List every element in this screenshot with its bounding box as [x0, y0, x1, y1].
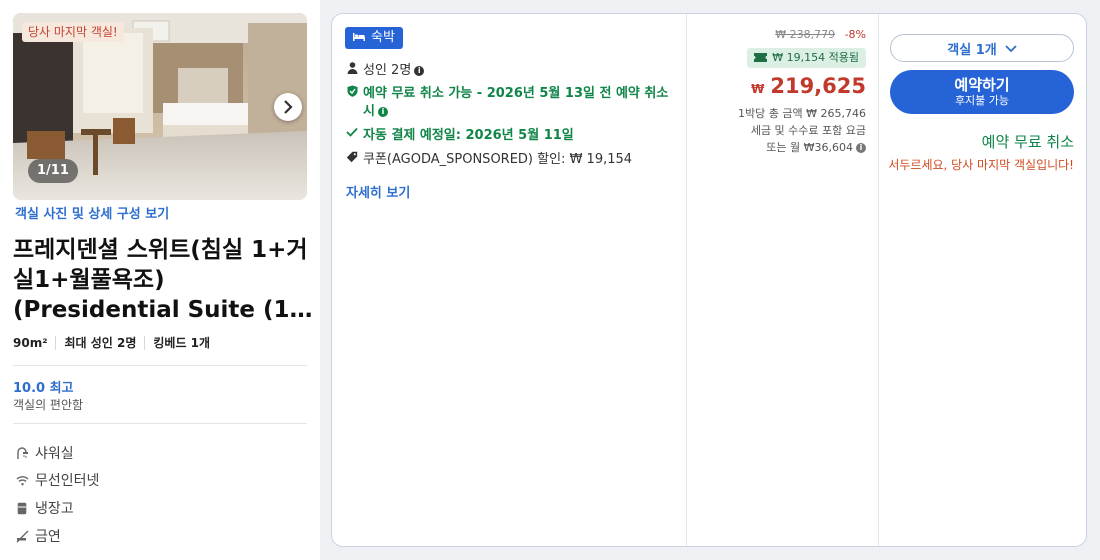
coupon-discount-text: 쿠폰(AGODA_SPONSORED) 할인: ₩ 19,154: [363, 152, 633, 167]
coupon-applied-text: ₩ 19,154 적용됨: [772, 51, 859, 64]
amenity-no-smoking: 금연: [15, 526, 61, 546]
discount-percent: -8%: [844, 28, 866, 41]
shower-icon: [15, 446, 29, 460]
room-info-panel: 당사 마지막 객실! 1/11 객실 사진 및 상세 구성 보기 프레지덴셜 스…: [0, 0, 320, 560]
original-price: ₩ 238,779: [775, 28, 836, 41]
room-photos-link[interactable]: 객실 사진 및 상세 구성 보기: [15, 203, 169, 222]
monthly-price: 또는 월 ₩36,604 i: [766, 139, 866, 155]
amenity-label: 샤워실: [35, 446, 74, 462]
room-specs: 90m² 최대 성인 2명 킹베드 1개: [13, 334, 210, 351]
photo-counter: 1/11: [28, 159, 78, 183]
coupon-applied-badge: ₩ 19,154 적용됨: [747, 48, 866, 68]
next-photo-button[interactable]: [274, 93, 302, 121]
ticket-icon: [754, 48, 768, 68]
tax-note: 세금 및 수수료 포함 요금: [750, 124, 866, 137]
info-icon[interactable]: i: [414, 65, 425, 76]
room-title: 프레지덴셜 스위트(침실 1+거실1+월풀욕조) (Presidential S…: [13, 237, 313, 323]
amenity-fridge: 냉장고: [15, 498, 74, 518]
stay-type-badge: 숙박: [345, 27, 403, 49]
rating-label: 객실의 편안함: [13, 398, 84, 412]
guest-count-text: 성인 2명: [363, 63, 412, 78]
coupon-discount: 쿠폰(AGODA_SPONSORED) 할인: ₩ 19,154: [345, 151, 632, 169]
free-cancellation-note: 예약 무료 취소: [981, 133, 1074, 151]
chevron-down-icon: [1005, 45, 1017, 53]
auto-payment-benefit: 자동 결제 예정일: 2026년 5월 11일: [345, 127, 574, 145]
amenity-wifi: 무선인터넷: [15, 470, 99, 490]
info-icon[interactable]: i: [856, 143, 866, 153]
divider: [13, 423, 307, 424]
room-max-guests: 최대 성인 2명: [64, 336, 137, 350]
amenity-label: 금연: [35, 529, 61, 545]
amenity-label: 냉장고: [35, 501, 74, 517]
spec-divider: [144, 335, 146, 350]
last-room-badge: 당사 마지막 객실!: [22, 22, 124, 42]
info-icon[interactable]: i: [377, 106, 388, 117]
shield-check-icon: [345, 85, 359, 121]
auto-payment-text: 자동 결제 예정일: 2026년 5월 11일: [363, 128, 574, 143]
currency-symbol: ₩: [751, 82, 765, 96]
room-offer-card: 숙박 성인 2명 i 예약 무료 취소 가능 - 2026년 5월 13일 전 예…: [331, 13, 1087, 547]
original-price-row: ₩ 238,779 -8%: [775, 28, 866, 41]
amenity-shower: 샤워실: [15, 443, 74, 463]
person-icon: [345, 62, 359, 80]
bed-icon: [353, 27, 365, 49]
monthly-price-text: 또는 월 ₩36,604: [766, 141, 853, 154]
fridge-icon: [15, 501, 29, 515]
wifi-icon: [15, 473, 29, 487]
price-panel: ₩ 238,779 -8% ₩ 19,154 적용됨 ₩ 219,625 1박당…: [686, 14, 878, 546]
per-night-total: 1박당 총 금액 ₩ 265,746: [738, 107, 866, 120]
no-smoking-icon: [15, 529, 29, 543]
booking-panel: 객실 1개 예약하기 후지불 가능 예약 무료 취소 서두르세요, 당사 마지막…: [878, 14, 1086, 546]
book-now-button[interactable]: 예약하기 후지불 가능: [890, 70, 1074, 114]
room-size: 90m²: [13, 335, 48, 350]
spec-divider: [55, 335, 57, 350]
free-cancellation-benefit: 예약 무료 취소 가능 - 2026년 5월 13일 전 예약 취소 시i: [345, 85, 675, 121]
details-link[interactable]: 자세히 보기: [346, 182, 410, 201]
tag-icon: [345, 151, 359, 169]
divider: [13, 365, 307, 366]
room-count-select[interactable]: 객실 1개: [890, 34, 1074, 62]
pay-later-label: 후지불 가능: [954, 94, 1010, 107]
room-bed-type: 킹베드 1개: [153, 336, 211, 350]
final-price-value: 219,625: [770, 74, 866, 98]
final-price: ₩ 219,625: [751, 74, 866, 98]
amenity-label: 무선인터넷: [35, 473, 100, 489]
chevron-right-icon: [284, 100, 293, 114]
urgency-message: 서두르세요, 당사 마지막 객실입니다!: [888, 158, 1074, 172]
free-cancellation-text: 예약 무료 취소 가능 - 2026년 5월 13일 전 예약 취소 시: [363, 86, 669, 119]
guest-count: 성인 2명 i: [345, 62, 425, 80]
stay-type-label: 숙박: [371, 30, 395, 45]
book-now-label: 예약하기: [954, 76, 1010, 94]
room-count-value: 객실 1개: [947, 42, 997, 58]
rating-score: 10.0 최고: [13, 381, 74, 396]
checkmark-icon: [345, 127, 359, 145]
